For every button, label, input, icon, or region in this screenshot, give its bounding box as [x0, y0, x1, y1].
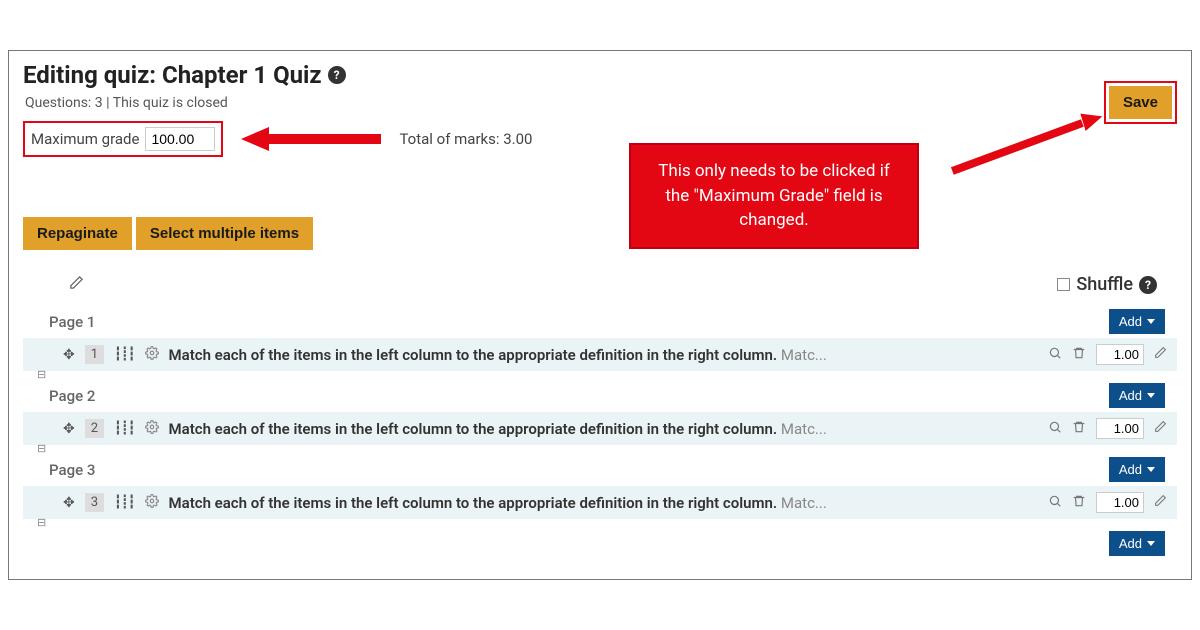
page-block: Page 1 Add ✥ 1 ┇┋┇ Match each of the items in… — [23, 305, 1177, 371]
help-icon[interactable]: ? — [328, 66, 346, 84]
question-number: 3 — [85, 493, 104, 512]
question-text[interactable]: Match each of the items in the left colu… — [169, 420, 1038, 438]
question-row-actions — [1048, 418, 1167, 439]
mark-input[interactable] — [1096, 418, 1144, 439]
matching-type-icon: ┇┋┇ — [114, 495, 134, 510]
add-button[interactable]: Add — [1109, 531, 1165, 556]
gear-icon[interactable] — [145, 346, 159, 364]
top-row: Maximum grade Total of marks: 3.00 — [23, 121, 1177, 157]
matching-type-icon: ┇┋┇ — [114, 421, 134, 436]
page-block: Page 3 Add ✥ 3 ┇┋┇ Match each of the items in… — [23, 453, 1177, 519]
question-row: ✥ 1 ┇┋┇ Match each of the items in the left… — [23, 338, 1177, 371]
add-button[interactable]: Add — [1109, 309, 1165, 334]
question-row: ✥ 3 ┇┋┇ Match each of the items in the left… — [23, 486, 1177, 519]
add-button[interactable]: Add — [1109, 383, 1165, 408]
toolbar: Shuffle ? — [23, 274, 1177, 295]
pencil-icon[interactable] — [1154, 494, 1167, 511]
page-label: Page 2 — [49, 387, 95, 405]
delete-icon[interactable] — [1072, 420, 1086, 438]
question-text[interactable]: Match each of the items in the left colu… — [169, 346, 1038, 364]
save-highlight: Save — [1104, 81, 1177, 124]
move-icon[interactable]: ✥ — [63, 421, 75, 437]
annotation-callout: This only needs to be clicked if the "Ma… — [629, 143, 919, 249]
preview-icon[interactable] — [1048, 494, 1062, 512]
preview-icon[interactable] — [1048, 346, 1062, 364]
page-header: Page 1 Add — [23, 305, 1177, 338]
max-grade-group: Maximum grade — [23, 121, 223, 157]
shuffle-checkbox[interactable] — [1057, 278, 1070, 291]
pencil-icon[interactable] — [1154, 346, 1167, 363]
mark-input[interactable] — [1096, 492, 1144, 513]
annotation-arrow-left — [241, 127, 381, 151]
shuffle-label: Shuffle — [1076, 274, 1133, 295]
max-grade-label: Maximum grade — [31, 130, 139, 148]
page-label: Page 3 — [49, 461, 95, 479]
final-add-row: Add — [23, 527, 1177, 556]
pagebreak-icon[interactable]: ⊟ — [37, 368, 46, 381]
question-row: ✥ 2 ┇┋┇ Match each of the items in the left… — [23, 412, 1177, 445]
repaginate-button[interactable]: Repaginate — [23, 217, 132, 250]
add-button[interactable]: Add — [1109, 457, 1165, 482]
delete-icon[interactable] — [1072, 494, 1086, 512]
matching-type-icon: ┇┋┇ — [114, 347, 134, 362]
question-number: 2 — [85, 419, 104, 438]
help-icon[interactable]: ? — [1139, 276, 1157, 294]
quiz-edit-frame: Editing quiz: Chapter 1 Quiz ? Questions… — [8, 50, 1192, 580]
gear-icon[interactable] — [145, 494, 159, 512]
pencil-icon[interactable] — [1154, 420, 1167, 437]
title-row: Editing quiz: Chapter 1 Quiz ? — [23, 61, 1177, 89]
preview-icon[interactable] — [1048, 420, 1062, 438]
shuffle-group: Shuffle ? — [1057, 274, 1157, 295]
chevron-down-icon — [1147, 467, 1155, 472]
select-multiple-button[interactable]: Select multiple items — [136, 217, 313, 250]
page-header: Page 3 Add — [23, 453, 1177, 486]
quiz-status: Questions: 3 | This quiz is closed — [23, 95, 1177, 111]
chevron-down-icon — [1147, 541, 1155, 546]
question-row-actions — [1048, 344, 1167, 365]
total-marks: Total of marks: 3.00 — [399, 130, 532, 148]
page-header: Page 2 Add — [23, 379, 1177, 412]
action-buttons: Repaginate Select multiple items — [23, 217, 1177, 250]
page-title: Editing quiz: Chapter 1 Quiz — [23, 61, 322, 89]
move-icon[interactable]: ✥ — [63, 347, 75, 363]
pages-list: Page 1 Add ✥ 1 ┇┋┇ Match each of the items in… — [23, 305, 1177, 519]
save-button[interactable]: Save — [1109, 86, 1172, 119]
max-grade-input[interactable] — [145, 127, 215, 151]
delete-icon[interactable] — [1072, 346, 1086, 364]
annotation-arrow-right — [914, 151, 1144, 191]
chevron-down-icon — [1147, 393, 1155, 398]
gear-icon[interactable] — [145, 420, 159, 438]
pagebreak-icon[interactable]: ⊟ — [37, 442, 46, 455]
question-row-actions — [1048, 492, 1167, 513]
question-text[interactable]: Match each of the items in the left colu… — [169, 494, 1038, 512]
pagebreak-icon[interactable]: ⊟ — [37, 516, 46, 529]
page-block: Page 2 Add ✥ 2 ┇┋┇ Match each of the items in… — [23, 379, 1177, 445]
chevron-down-icon — [1147, 319, 1155, 324]
move-icon[interactable]: ✥ — [63, 495, 75, 511]
page-label: Page 1 — [49, 313, 95, 331]
question-number: 1 — [85, 345, 104, 364]
mark-input[interactable] — [1096, 344, 1144, 365]
pencil-icon[interactable] — [69, 275, 84, 294]
